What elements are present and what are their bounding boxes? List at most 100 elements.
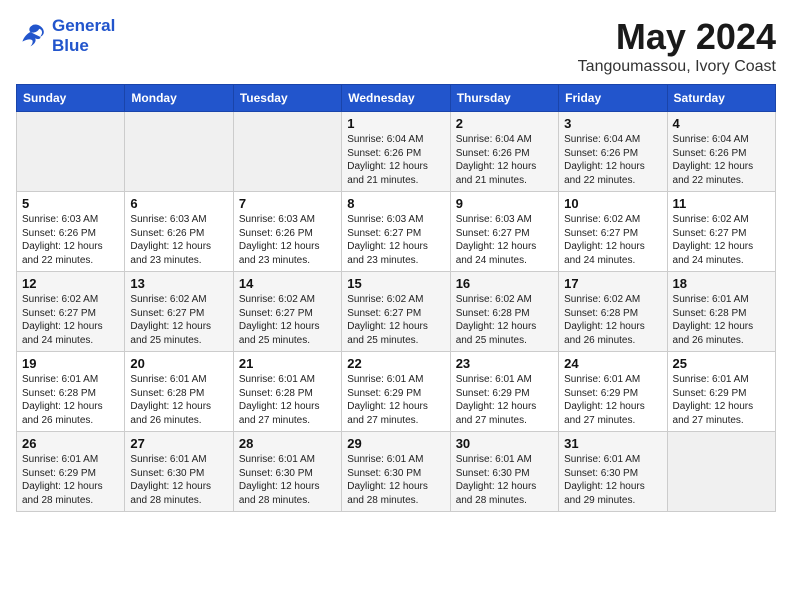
- header-tuesday: Tuesday: [233, 85, 341, 112]
- logo-text: General Blue: [52, 16, 115, 57]
- day-number: 10: [564, 196, 661, 211]
- day-number: 16: [456, 276, 553, 291]
- calendar-cell: 21 Sunrise: 6:01 AM Sunset: 6:28 PM Dayli…: [233, 352, 341, 432]
- calendar-cell: 9Sunrise: 6:03 AM Sunset: 6:27 PM Daylig…: [450, 192, 558, 272]
- calendar-cell: 17 Sunrise: 6:02 AM Sunset: 6:28 PM Dayli…: [559, 272, 667, 352]
- day-number: 29: [347, 436, 444, 451]
- day-info: Sunrise: 6:02 AM Sunset: 6:27 PM Dayligh…: [673, 213, 770, 267]
- calendar-cell: 16 Sunrise: 6:02 AM Sunset: 6:28 PM Dayli…: [450, 272, 558, 352]
- calendar-cell: [233, 112, 341, 192]
- day-info: Sunrise: 6:01 AM Sunset: 6:30 PM Dayligh…: [130, 453, 227, 507]
- calendar-cell: 27Sunrise: 6:01 AM Sunset: 6:30 PM Dayli…: [125, 432, 233, 512]
- calendar-cell: 23 Sunrise: 6:01 AM Sunset: 6:29 PM Dayli…: [450, 352, 558, 432]
- calendar-cell: 13 Sunrise: 6:02 AM Sunset: 6:27 PM Dayli…: [125, 272, 233, 352]
- calendar-week-row: 1 Sunrise: 6:04 AM Sunset: 6:26 PM Daylig…: [17, 112, 776, 192]
- day-number: 19: [22, 356, 119, 371]
- calendar-cell: 29 Sunrise: 6:01 AM Sunset: 6:30 PM Dayli…: [342, 432, 450, 512]
- day-info: Sunrise: 6:03 AM Sunset: 6:26 PM Dayligh…: [239, 213, 336, 267]
- day-number: 7: [239, 196, 336, 211]
- day-number: 26: [22, 436, 119, 451]
- day-number: 11: [673, 196, 770, 211]
- calendar-cell: 25 Sunrise: 6:01 AM Sunset: 6:29 PM Dayli…: [667, 352, 775, 432]
- day-info: Sunrise: 6:03 AM Sunset: 6:26 PM Dayligh…: [130, 213, 227, 267]
- calendar-cell: 28 Sunrise: 6:01 AM Sunset: 6:30 PM Dayli…: [233, 432, 341, 512]
- calendar-week-row: 5 Sunrise: 6:03 AM Sunset: 6:26 PM Daylig…: [17, 192, 776, 272]
- header-friday: Friday: [559, 85, 667, 112]
- day-info: Sunrise: 6:02 AM Sunset: 6:27 PM Dayligh…: [239, 293, 336, 347]
- day-number: 2: [456, 116, 553, 131]
- calendar-cell: 20 Sunrise: 6:01 AM Sunset: 6:28 PM Dayli…: [125, 352, 233, 432]
- day-info: Sunrise: 6:01 AM Sunset: 6:30 PM Dayligh…: [347, 453, 444, 507]
- calendar-cell: 5Sunrise: 6:03 AM Sunset: 6:26 PM Daylig…: [17, 192, 125, 272]
- logo: General Blue: [16, 16, 115, 57]
- day-info: Sunrise: 6:01 AM Sunset: 6:29 PM Dayligh…: [347, 373, 444, 427]
- day-info: Sunrise: 6:03 AM Sunset: 6:27 PM Dayligh…: [347, 213, 444, 267]
- day-number: 28: [239, 436, 336, 451]
- calendar-cell: 7 Sunrise: 6:03 AM Sunset: 6:26 PM Daylig…: [233, 192, 341, 272]
- calendar-week-row: 19 Sunrise: 6:01 AM Sunset: 6:28 PM Dayli…: [17, 352, 776, 432]
- header-thursday: Thursday: [450, 85, 558, 112]
- day-info: Sunrise: 6:01 AM Sunset: 6:30 PM Dayligh…: [456, 453, 553, 507]
- day-info: Sunrise: 6:01 AM Sunset: 6:30 PM Dayligh…: [239, 453, 336, 507]
- day-number: 24: [564, 356, 661, 371]
- day-info: Sunrise: 6:01 AM Sunset: 6:28 PM Dayligh…: [22, 373, 119, 427]
- day-number: 23: [456, 356, 553, 371]
- day-number: 12: [22, 276, 119, 291]
- calendar-header-row: SundayMondayTuesdayWednesdayThursdayFrid…: [17, 85, 776, 112]
- calendar-cell: 11 Sunrise: 6:02 AM Sunset: 6:27 PM Dayli…: [667, 192, 775, 272]
- calendar-cell: 8 Sunrise: 6:03 AM Sunset: 6:27 PM Daylig…: [342, 192, 450, 272]
- day-number: 15: [347, 276, 444, 291]
- day-info: Sunrise: 6:01 AM Sunset: 6:28 PM Dayligh…: [673, 293, 770, 347]
- day-info: Sunrise: 6:02 AM Sunset: 6:27 PM Dayligh…: [564, 213, 661, 267]
- day-info: Sunrise: 6:01 AM Sunset: 6:29 PM Dayligh…: [673, 373, 770, 427]
- day-info: Sunrise: 6:02 AM Sunset: 6:27 PM Dayligh…: [347, 293, 444, 347]
- calendar-cell: [17, 112, 125, 192]
- calendar-cell: 24 Sunrise: 6:01 AM Sunset: 6:29 PM Dayli…: [559, 352, 667, 432]
- calendar-cell: 26Sunrise: 6:01 AM Sunset: 6:29 PM Dayli…: [17, 432, 125, 512]
- day-number: 8: [347, 196, 444, 211]
- calendar-cell: 1 Sunrise: 6:04 AM Sunset: 6:26 PM Daylig…: [342, 112, 450, 192]
- calendar-cell: 19 Sunrise: 6:01 AM Sunset: 6:28 PM Dayli…: [17, 352, 125, 432]
- calendar-cell: 14Sunrise: 6:02 AM Sunset: 6:27 PM Dayli…: [233, 272, 341, 352]
- day-number: 1: [347, 116, 444, 131]
- calendar-cell: 4Sunrise: 6:04 AM Sunset: 6:26 PM Daylig…: [667, 112, 775, 192]
- calendar-cell: [125, 112, 233, 192]
- location-label: Tangoumassou, Ivory Coast: [578, 58, 776, 76]
- calendar-cell: 6Sunrise: 6:03 AM Sunset: 6:26 PM Daylig…: [125, 192, 233, 272]
- day-number: 21: [239, 356, 336, 371]
- day-info: Sunrise: 6:04 AM Sunset: 6:26 PM Dayligh…: [673, 133, 770, 187]
- day-number: 13: [130, 276, 227, 291]
- calendar-cell: 18Sunrise: 6:01 AM Sunset: 6:28 PM Dayli…: [667, 272, 775, 352]
- day-info: Sunrise: 6:01 AM Sunset: 6:30 PM Dayligh…: [564, 453, 661, 507]
- calendar-week-row: 26Sunrise: 6:01 AM Sunset: 6:29 PM Dayli…: [17, 432, 776, 512]
- header-saturday: Saturday: [667, 85, 775, 112]
- day-info: Sunrise: 6:04 AM Sunset: 6:26 PM Dayligh…: [564, 133, 661, 187]
- calendar-cell: 2 Sunrise: 6:04 AM Sunset: 6:26 PM Daylig…: [450, 112, 558, 192]
- day-number: 9: [456, 196, 553, 211]
- calendar-cell: 3Sunrise: 6:04 AM Sunset: 6:26 PM Daylig…: [559, 112, 667, 192]
- day-info: Sunrise: 6:02 AM Sunset: 6:28 PM Dayligh…: [456, 293, 553, 347]
- day-info: Sunrise: 6:01 AM Sunset: 6:29 PM Dayligh…: [456, 373, 553, 427]
- header-sunday: Sunday: [17, 85, 125, 112]
- day-info: Sunrise: 6:04 AM Sunset: 6:26 PM Dayligh…: [347, 133, 444, 187]
- day-number: 25: [673, 356, 770, 371]
- day-number: 5: [22, 196, 119, 211]
- calendar-title-area: May 2024 Tangoumassou, Ivory Coast: [578, 16, 776, 76]
- calendar-table: SundayMondayTuesdayWednesdayThursdayFrid…: [16, 84, 776, 512]
- day-info: Sunrise: 6:01 AM Sunset: 6:28 PM Dayligh…: [239, 373, 336, 427]
- header-wednesday: Wednesday: [342, 85, 450, 112]
- day-info: Sunrise: 6:02 AM Sunset: 6:27 PM Dayligh…: [130, 293, 227, 347]
- day-number: 30: [456, 436, 553, 451]
- day-info: Sunrise: 6:04 AM Sunset: 6:26 PM Dayligh…: [456, 133, 553, 187]
- day-info: Sunrise: 6:01 AM Sunset: 6:28 PM Dayligh…: [130, 373, 227, 427]
- calendar-cell: 30 Sunrise: 6:01 AM Sunset: 6:30 PM Dayli…: [450, 432, 558, 512]
- day-info: Sunrise: 6:01 AM Sunset: 6:29 PM Dayligh…: [564, 373, 661, 427]
- page-header: General Blue May 2024 Tangoumassou, Ivor…: [16, 16, 776, 76]
- day-number: 20: [130, 356, 227, 371]
- day-number: 17: [564, 276, 661, 291]
- day-info: Sunrise: 6:02 AM Sunset: 6:28 PM Dayligh…: [564, 293, 661, 347]
- calendar-week-row: 12 Sunrise: 6:02 AM Sunset: 6:27 PM Dayli…: [17, 272, 776, 352]
- month-year-label: May 2024: [578, 16, 776, 58]
- logo-bird-icon: [16, 22, 48, 50]
- calendar-cell: 10 Sunrise: 6:02 AM Sunset: 6:27 PM Dayli…: [559, 192, 667, 272]
